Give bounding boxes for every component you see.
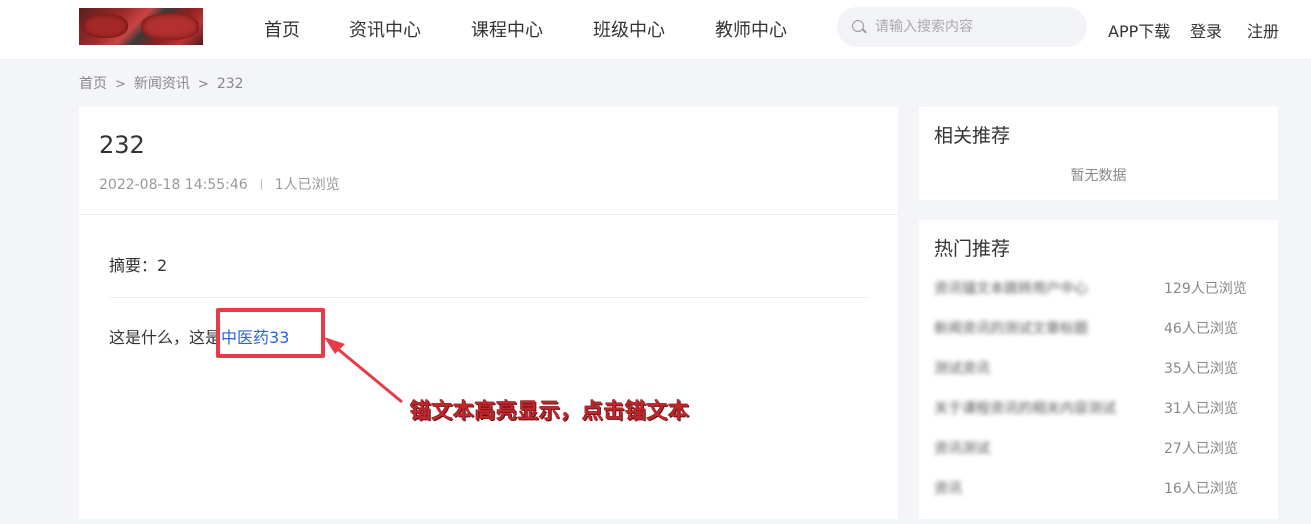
related-title: 相关推荐 xyxy=(934,125,1011,147)
hot-list-item[interactable]: 新闻资讯的测试文章标题 46人已浏览 xyxy=(934,318,1264,338)
hot-item-views: 27人已浏览 xyxy=(1164,441,1238,457)
hot-item-name[interactable]: 资讯锚文本跳转用户中心 xyxy=(934,278,1088,298)
hot-item-name[interactable]: 资讯测试 xyxy=(934,438,990,458)
hot-card: 热门推荐 资讯锚文本跳转用户中心 129人已浏览 新闻资讯的测试文章标题 46人… xyxy=(919,220,1278,519)
hot-item-views: 35人已浏览 xyxy=(1164,361,1238,377)
hot-title: 热门推荐 xyxy=(934,238,1011,260)
hot-list-item[interactable]: 关于课程资讯的相关内容测试 31人已浏览 xyxy=(934,398,1264,418)
hot-item-name[interactable]: 测试资讯 xyxy=(934,358,990,378)
hot-list-item[interactable]: 资讯锚文本跳转用户中心 129人已浏览 xyxy=(934,278,1264,298)
hot-item-views: 46人已浏览 xyxy=(1164,321,1238,337)
hot-item-views: 31人已浏览 xyxy=(1164,401,1238,417)
hot-list-item[interactable]: 资讯 16人已浏览 xyxy=(934,478,1264,498)
hot-item-views: 129人已浏览 xyxy=(1164,281,1247,297)
hot-list-item[interactable]: 测试资讯 35人已浏览 xyxy=(934,358,1264,378)
related-card: 相关推荐 暂无数据 xyxy=(919,107,1278,200)
hot-item-name[interactable]: 资讯 xyxy=(934,478,962,498)
hot-item-name[interactable]: 关于课程资讯的相关内容测试 xyxy=(934,398,1116,418)
related-empty-text: 暂无数据 xyxy=(1070,168,1127,184)
hot-item-name[interactable]: 新闻资讯的测试文章标题 xyxy=(934,318,1088,338)
annotation-text: 锚文本高亮显示，点击锚文本 xyxy=(410,399,690,423)
hot-list-item[interactable]: 资讯测试 27人已浏览 xyxy=(934,438,1264,458)
hot-item-views: 16人已浏览 xyxy=(1164,481,1238,497)
